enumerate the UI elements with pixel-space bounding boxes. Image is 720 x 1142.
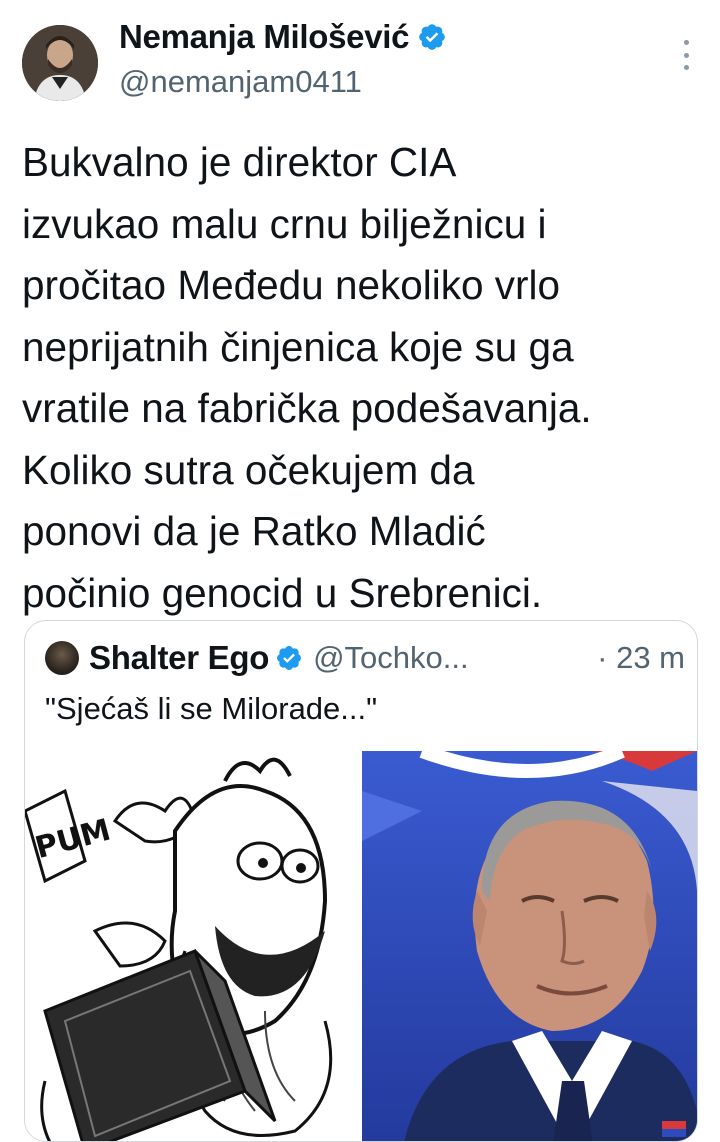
- author-handle[interactable]: @nemanjam0411: [119, 64, 362, 100]
- author-name[interactable]: Nemanja Milošević: [119, 18, 410, 56]
- quoted-author-name: Shalter Ego: [89, 639, 270, 676]
- verified-badge-icon: [419, 24, 446, 50]
- quoted-media[interactable]: PUM: [25, 751, 697, 1141]
- verified-badge-icon: [277, 646, 302, 670]
- more-vertical-icon[interactable]: [682, 40, 690, 70]
- comic-image[interactable]: PUM: [25, 751, 362, 1141]
- tweet-text: Bukvalno je direktor CIA izvukao malu cr…: [22, 139, 592, 616]
- author-avatar[interactable]: [22, 25, 98, 101]
- tweet-header: Nemanja Milošević @nemanjam0411: [0, 0, 720, 110]
- politician-photo[interactable]: [362, 751, 697, 1141]
- quoted-timestamp[interactable]: · 23 m: [597, 640, 685, 676]
- quoted-author-avatar: [45, 641, 79, 675]
- quoted-tweet-text: "Sjećaš li se Milorade...": [45, 691, 378, 726]
- quoted-author-handle: @Tochko...: [313, 640, 469, 675]
- quoted-tweet[interactable]: Shalter Ego @Tochko... · 23 m "Sjećaš li…: [24, 620, 698, 1142]
- quoted-tweet-header: Shalter Ego @Tochko... · 23 m: [45, 639, 685, 677]
